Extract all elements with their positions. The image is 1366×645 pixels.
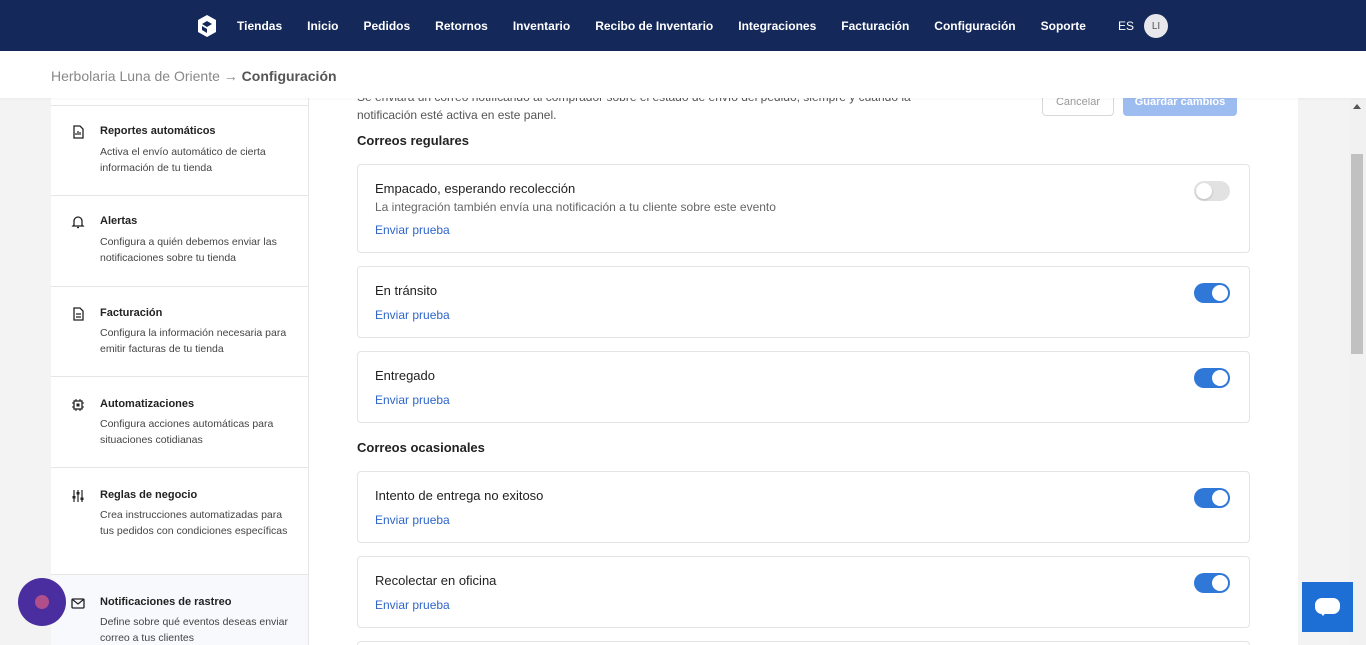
nav-link-inicio[interactable]: Inicio [307, 19, 338, 33]
sidebar-item-desc: Crea instrucciones automatizadas para tu… [100, 509, 288, 537]
sidebar-item-reportes[interactable]: Reportes automáticos Activa el envío aut… [51, 106, 308, 196]
toggle-knob [1212, 575, 1228, 591]
sidebar-item-title: Reportes automáticos [100, 125, 216, 137]
notification-toggle[interactable] [1194, 573, 1230, 593]
notification-toggle[interactable] [1194, 368, 1230, 388]
chat-bubble-icon [1315, 598, 1340, 616]
notification-title: Entregado [375, 368, 435, 383]
save-button[interactable]: Guardar cambios [1123, 98, 1237, 116]
toggle-knob [1212, 285, 1228, 301]
sidebar-item-desc: Configura a quién debemos enviar las not… [100, 236, 277, 264]
send-test-link[interactable]: Enviar prueba [375, 513, 450, 527]
notification-card: Intento de entrega no exitoso Enviar pru… [357, 471, 1250, 543]
sidebar-item-automatizaciones[interactable]: Automatizaciones Configura acciones auto… [51, 377, 308, 468]
nav-link-inventario[interactable]: Inventario [513, 19, 570, 33]
language-selector[interactable]: ES [1118, 19, 1134, 33]
notification-title: Intento de entrega no exitoso [375, 488, 544, 503]
notification-card: Empacado, esperando recolección La integ… [357, 164, 1250, 253]
sidebar-item-title: Reglas de negocio [100, 489, 198, 501]
breadcrumb: Herbolaria Luna de Oriente → Configuraci… [51, 68, 337, 84]
cancel-button[interactable]: Cancelar [1042, 98, 1114, 116]
assistant-launcher-button[interactable] [18, 578, 66, 626]
sidebar-item-desc: Configura acciones automáticas para situ… [100, 418, 274, 446]
sidebar-item-desc: Define sobre qué eventos deseas enviar c… [100, 616, 288, 644]
sidebar-item-title: Automatizaciones [100, 398, 195, 410]
nav-link-tiendas[interactable]: Tiendas [237, 19, 282, 33]
send-test-link[interactable]: Enviar prueba [375, 598, 450, 612]
sidebar-item-title: Facturación [100, 307, 163, 319]
sidebar-item-desc: Activa el envío automático de cierta inf… [100, 146, 266, 174]
scrollbar-thumb[interactable] [1351, 154, 1363, 354]
toggle-knob [1212, 370, 1228, 386]
document-icon [73, 307, 84, 321]
send-test-link[interactable]: Enviar prueba [375, 308, 450, 322]
section-title-occasional: Correos ocasionales [357, 440, 485, 455]
notification-title: Recolectar en oficina [375, 573, 497, 588]
breadcrumb-current: Configuración [241, 68, 337, 84]
nav-link-retornos[interactable]: Retornos [435, 19, 488, 33]
nav-link-configuracion[interactable]: Configuración [934, 19, 1015, 33]
toggle-knob [1212, 490, 1228, 506]
bell-icon [71, 216, 85, 229]
breadcrumb-separator: → [219, 68, 242, 84]
chip-icon [72, 399, 84, 411]
mail-icon [71, 598, 85, 609]
sliders-icon [72, 490, 84, 502]
top-nav: Tiendas Inicio Pedidos Retornos Inventar… [0, 0, 1366, 51]
sidebar-item-notificaciones[interactable]: Notificaciones de rastreo Define sobre q… [51, 575, 308, 645]
notifications-panel: Se enviará un correo notificando al comp… [309, 98, 1298, 645]
report-icon [73, 125, 84, 139]
chat-launcher-button[interactable] [1302, 582, 1353, 632]
notification-title: En tránsito [375, 283, 438, 298]
notification-title: Empacado, esperando recolección [375, 181, 576, 196]
nav-link-recibo-inventario[interactable]: Recibo de Inventario [595, 19, 713, 33]
notification-desc: La integración también envía una notific… [375, 200, 776, 214]
nav-link-facturacion[interactable]: Facturación [841, 19, 909, 33]
breadcrumb-store[interactable]: Herbolaria Luna de Oriente [51, 68, 220, 84]
sidebar-item-title: Alertas [100, 215, 138, 227]
sidebar-item-alertas[interactable]: Alertas Configura a quién debemos enviar… [51, 196, 308, 287]
sidebar-item-reglas[interactable]: Reglas de negocio Crea instrucciones aut… [51, 468, 308, 575]
page-scrollbar[interactable] [1349, 98, 1366, 645]
nav-link-pedidos[interactable]: Pedidos [363, 19, 410, 33]
notification-card: Recolectar en oficina Enviar prueba [357, 556, 1250, 628]
sidebar-item-facturacion[interactable]: Facturación Configura la información nec… [51, 287, 308, 377]
notification-toggle[interactable] [1194, 181, 1230, 201]
notification-toggle[interactable] [1194, 283, 1230, 303]
nav-links: Tiendas Inicio Pedidos Retornos Inventar… [237, 0, 1111, 51]
sidebar-item-previous[interactable] [51, 98, 308, 106]
nav-link-integraciones[interactable]: Integraciones [738, 19, 816, 33]
nav-link-soporte[interactable]: Soporte [1041, 19, 1086, 33]
sidebar-item-desc: Configura la información necesaria para … [100, 327, 287, 355]
notification-toggle[interactable] [1194, 488, 1230, 508]
breadcrumb-bar: Herbolaria Luna de Oriente → Configuraci… [0, 51, 1366, 98]
section-title-regular: Correos regulares [357, 133, 469, 148]
send-test-link[interactable]: Enviar prueba [375, 223, 450, 237]
settings-sidebar: Reportes automáticos Activa el envío aut… [51, 98, 309, 645]
logo-icon[interactable] [197, 14, 217, 38]
assistant-dot-icon [35, 595, 49, 609]
toggle-knob [1196, 183, 1212, 199]
avatar[interactable]: LI [1144, 14, 1168, 38]
notification-card: Entregado Enviar prueba [357, 351, 1250, 423]
notification-card: En tránsito Enviar prueba [357, 266, 1250, 338]
sidebar-item-title: Notificaciones de rastreo [100, 596, 232, 608]
notification-card [357, 641, 1250, 645]
scroll-up-arrow-icon[interactable] [1353, 104, 1361, 109]
panel-intro: Se enviará un correo notificando al comp… [357, 98, 911, 122]
send-test-link[interactable]: Enviar prueba [375, 393, 450, 407]
